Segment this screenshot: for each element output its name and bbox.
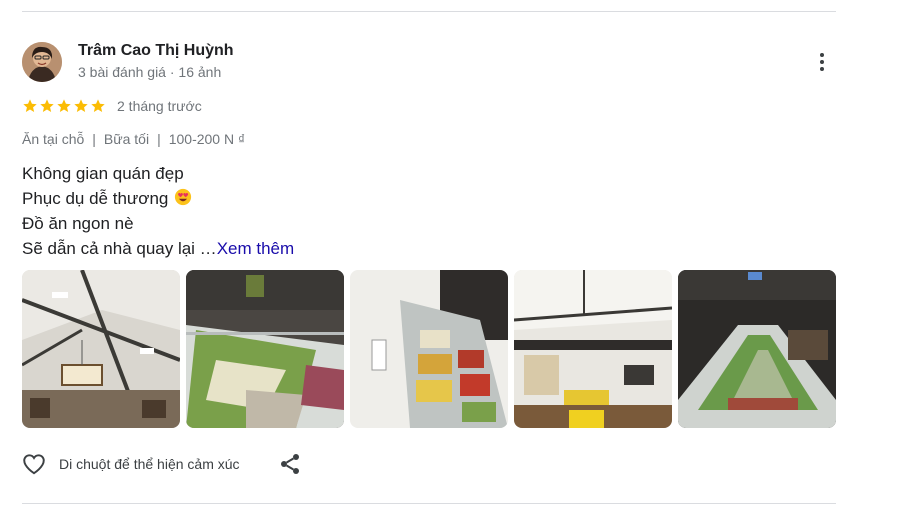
heart-eyes-emoji-icon xyxy=(175,188,192,206)
photo-ceiling-lanterns[interactable] xyxy=(22,270,180,428)
rating-row: 2 tháng trước xyxy=(22,96,202,116)
bottom-divider xyxy=(22,503,836,504)
star-icon xyxy=(91,99,105,112)
see-more-link[interactable]: Xem thêm xyxy=(217,239,294,258)
tag-meal: Bữa tối xyxy=(103,131,150,147)
photo-buffet-counter[interactable] xyxy=(350,270,508,428)
review-actions: Di chuột để thể hiện cảm xúc xyxy=(20,451,302,477)
tag-separator: | xyxy=(157,131,161,147)
review-line: Không gian quán đẹp xyxy=(22,164,184,183)
review-text: Không gian quán đẹp Phục dụ dễ thương Đồ… xyxy=(22,161,294,261)
photo-long-buffet-bar[interactable] xyxy=(678,270,836,428)
avatar[interactable] xyxy=(22,42,62,82)
review-photos xyxy=(22,270,836,428)
photo-buffet-vegetables[interactable] xyxy=(186,270,344,428)
review-line: Đồ ăn ngon nè xyxy=(22,214,134,233)
photo-dining-hall[interactable] xyxy=(514,270,672,428)
review-line: Phục dụ dễ thương xyxy=(22,186,294,211)
star-icon xyxy=(74,99,88,112)
review-line: Sẽ dẫn cả nhà quay lại …Xem thêm xyxy=(22,239,295,258)
tag-dining-type: Ăn tại chỗ xyxy=(22,131,85,147)
reviewer-meta: 3 bài đánh giá · 16 ảnh xyxy=(78,64,222,80)
star-icon xyxy=(57,99,71,112)
star-icon xyxy=(40,99,54,112)
top-divider xyxy=(22,11,836,12)
more-options-icon[interactable] xyxy=(808,48,836,76)
review-time: 2 tháng trước xyxy=(117,98,202,114)
review-tags: Ăn tại chỗ | Bữa tối | 100-200 N ₫ xyxy=(22,131,245,147)
star-rating xyxy=(22,98,106,114)
react-label: Di chuột để thể hiện cảm xúc xyxy=(59,456,240,472)
reviewer-name[interactable]: Trâm Cao Thị Huỳnh xyxy=(78,42,234,60)
heart-outline-icon[interactable] xyxy=(20,451,48,477)
tag-price: 100-200 N ₫ xyxy=(168,131,246,147)
star-icon xyxy=(23,99,37,112)
tag-separator: | xyxy=(92,131,96,147)
share-icon[interactable] xyxy=(278,452,302,476)
